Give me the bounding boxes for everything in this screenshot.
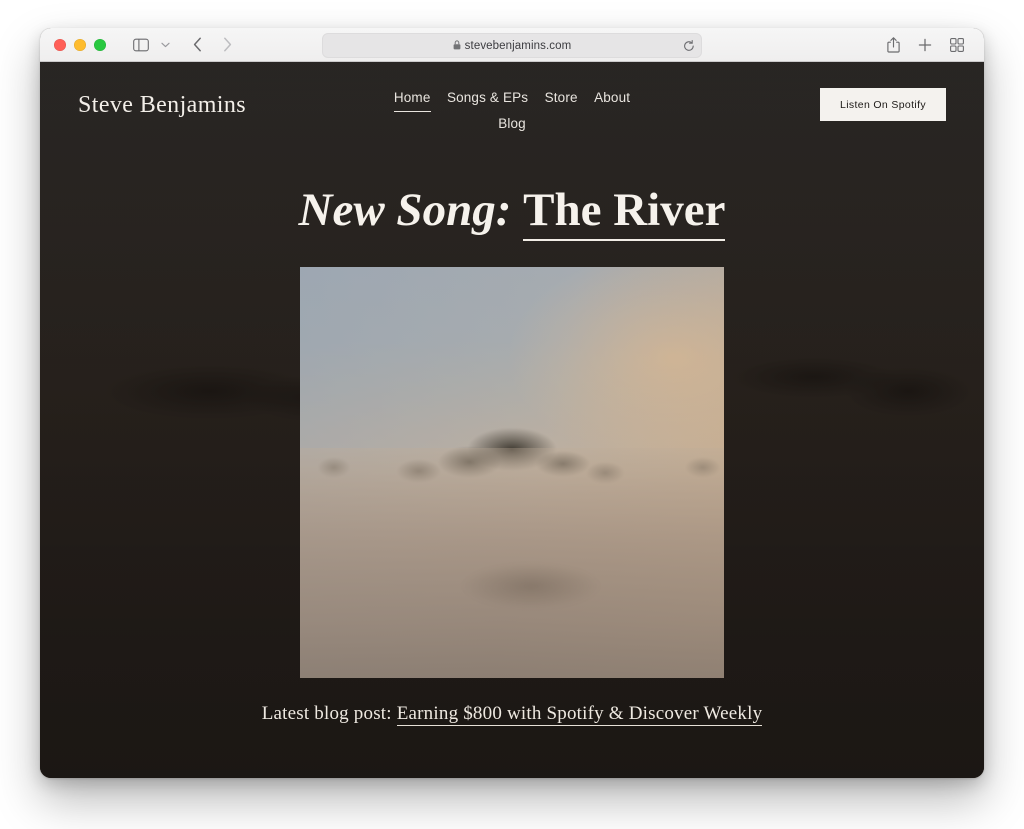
close-button[interactable] [54, 38, 66, 51]
plus-icon[interactable] [912, 33, 938, 57]
page-title: New Song: The River [40, 184, 984, 241]
sidebar-chevron-down-icon[interactable] [158, 33, 172, 57]
reload-icon[interactable] [683, 39, 695, 52]
page-content: Steve Benjamins Home Songs & EPs Store A… [40, 62, 984, 778]
forward-arrow-icon[interactable] [214, 33, 240, 57]
address-bar-container: stevebenjamins.com [322, 33, 702, 58]
latest-blog-post: Latest blog post: Earning $800 with Spot… [40, 702, 984, 726]
nav-item-store[interactable]: Store [545, 86, 578, 110]
navigation-controls [128, 33, 240, 57]
share-icon[interactable] [880, 33, 906, 57]
sidebar-icon[interactable] [128, 33, 154, 57]
web-page-viewport: Steve Benjamins Home Songs & EPs Store A… [40, 62, 984, 778]
tab-overview-icon[interactable] [944, 33, 970, 57]
nav-item-home[interactable]: Home [393, 86, 431, 112]
browser-toolbar: stevebenjamins.com [40, 28, 984, 62]
hero-reflection [461, 562, 602, 609]
nav-item-songs-eps[interactable]: Songs & EPs [447, 86, 528, 110]
page-title-song: The River [523, 184, 726, 241]
hero-image[interactable] [300, 266, 724, 678]
latest-blog-post-prefix: Latest blog post: [261, 702, 392, 724]
latest-blog-post-link[interactable]: Earning $800 with Spotify & Discover Wee… [396, 702, 763, 726]
main-navigation: Home Songs & EPs Store About Blog [382, 86, 642, 136]
page-title-prefix: New Song: [298, 184, 512, 236]
url-text: stevebenjamins.com [464, 39, 572, 52]
safari-browser-window: stevebenjamins.com Steve Benjamins Home … [40, 28, 984, 778]
zoom-button[interactable] [94, 38, 106, 51]
toolbar-right-actions [880, 33, 970, 57]
minimize-button[interactable] [74, 38, 86, 51]
site-header: Steve Benjamins Home Songs & EPs Store A… [40, 62, 984, 148]
address-bar[interactable]: stevebenjamins.com [322, 33, 702, 58]
address-bar-content: stevebenjamins.com [453, 37, 572, 55]
nav-item-about[interactable]: About [594, 86, 630, 110]
window-controls [54, 38, 106, 51]
listen-on-spotify-button[interactable]: Listen On Spotify [820, 88, 946, 121]
back-arrow-icon[interactable] [184, 33, 210, 57]
nav-item-blog[interactable]: Blog [498, 112, 526, 136]
screenshot-root: stevebenjamins.com Steve Benjamins Home … [0, 0, 1024, 829]
site-brand[interactable]: Steve Benjamins [78, 92, 246, 119]
lock-icon [453, 37, 461, 55]
